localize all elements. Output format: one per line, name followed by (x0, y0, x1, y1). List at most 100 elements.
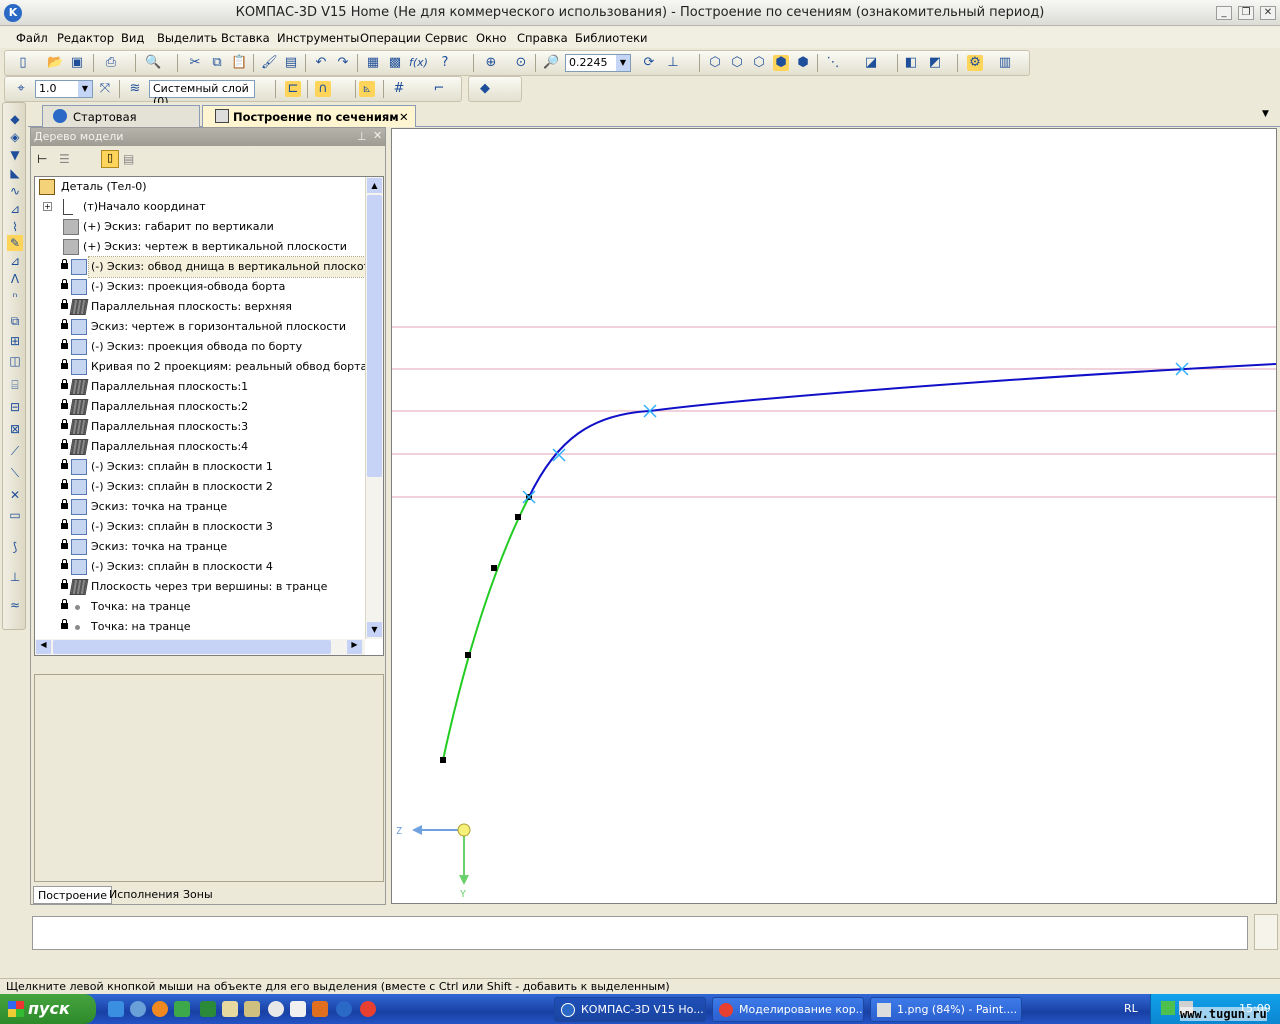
menu-insert[interactable]: Вставка (221, 31, 270, 45)
tree-structure-icon[interactable]: ⊢ (37, 152, 47, 166)
assembly-icon[interactable]: ⊟ (7, 399, 23, 415)
sheet-metal-icon[interactable]: ⌸ (7, 377, 23, 393)
menu-operations[interactable]: Операции (360, 31, 421, 45)
app-icon[interactable] (174, 1001, 190, 1017)
expand-icon[interactable]: + (43, 202, 52, 211)
start-button[interactable]: пуск (0, 994, 96, 1024)
paste-icon[interactable]: 📋 (231, 55, 247, 71)
zoom-scale-combo[interactable]: 0.2245 ▼ (565, 54, 631, 72)
save-icon[interactable]: ▣ (69, 55, 85, 71)
app-icon[interactable] (130, 1001, 146, 1017)
hidden-lines-icon[interactable]: ⬡ (729, 55, 745, 71)
task-browser[interactable]: Моделирование кор... (712, 997, 864, 1022)
diagnostics-icon[interactable]: ⌇ (7, 219, 23, 235)
tree-view-icon[interactable]: ▯ (101, 150, 119, 168)
mirror-icon[interactable]: ◫ (7, 353, 23, 369)
h-scroll-thumb[interactable] (53, 640, 331, 654)
cut-icon[interactable]: ✂ (187, 55, 203, 71)
spec-icon[interactable]: ⊠ (7, 421, 23, 437)
menu-help[interactable]: Справка (517, 31, 568, 45)
tree-item[interactable]: Эскиз: точка на транце (35, 537, 365, 557)
spline-point[interactable] (440, 757, 446, 763)
tree-item[interactable]: (-) Эскиз: проекция обвода по борту (35, 337, 365, 357)
task-kompas[interactable]: КОМПАС-3D V15 Ho... (554, 997, 706, 1022)
orient-cube-icon[interactable]: ◆ (477, 81, 493, 97)
step-combo[interactable]: 1.0 ▼ (35, 80, 93, 98)
tree-item[interactable]: Параллельная плоскость:4 (35, 437, 365, 457)
tree-item[interactable]: Параллельная плоскость:3 (35, 417, 365, 437)
print-icon[interactable]: ⎙ (103, 55, 119, 71)
spline-point[interactable] (491, 565, 497, 571)
filter-icon[interactable]: ▼ (7, 147, 23, 163)
tree-item[interactable]: Плоскость через три вершины: в транце (35, 577, 365, 597)
scroll-up-icon[interactable]: ▲ (367, 178, 382, 193)
measure-icon[interactable]: ⊿ (7, 201, 23, 217)
rotate-icon[interactable]: ⟳ (641, 55, 657, 71)
array-icon[interactable]: ⊞ (7, 333, 23, 349)
edit-details-icon[interactable]: ◆ (7, 111, 23, 127)
preview-icon[interactable]: 🔍 (145, 55, 161, 71)
close-tab-icon[interactable]: ✕ (399, 110, 409, 124)
tree-item[interactable]: (-) Эскиз: сплайн в плоскости 4 (35, 557, 365, 577)
menu-editor[interactable]: Редактор (57, 31, 114, 45)
tree-list-icon[interactable]: ▤ (123, 152, 134, 166)
undo-icon[interactable]: ↶ (313, 55, 329, 71)
tree-mode-icon[interactable]: ☰ (59, 152, 70, 166)
section-icon[interactable]: ◪ (863, 55, 879, 71)
tab-start-page[interactable]: Стартовая страница (42, 105, 200, 138)
spatial-curves-icon[interactable]: ∿ (7, 183, 23, 199)
parametrization-icon[interactable]: ⁿ (7, 289, 23, 305)
dimensions-icon[interactable]: Λ (7, 271, 23, 287)
close-button[interactable]: ✕ (1260, 6, 1276, 20)
format-brush-icon[interactable]: 🖌 (261, 55, 278, 71)
layer-combo[interactable]: Системный слой (0) (149, 80, 255, 108)
tray-icon[interactable] (1161, 1001, 1175, 1015)
tree-item[interactable]: (+) Эскиз: чертеж в вертикальной плоскос… (35, 237, 365, 257)
geometry-icon[interactable]: ⊿ (7, 253, 23, 269)
new-file-icon[interactable]: ▯ (15, 55, 31, 71)
ortho-icon[interactable]: ⦝ (359, 81, 375, 97)
spline-point[interactable] (515, 514, 521, 520)
scroll-left-icon[interactable]: ◀ (36, 640, 51, 654)
tabs-menu-chevron-icon[interactable]: ▼ (1262, 109, 1269, 119)
snap-settings-icon[interactable]: ⤧ (97, 81, 113, 97)
tree-item[interactable]: Параллельная плоскость:1 (35, 377, 365, 397)
surfaces-icon[interactable]: ◧ (903, 55, 919, 71)
tree-item[interactable]: (-) Эскиз: сплайн в плоскости 1 (35, 457, 365, 477)
menu-file[interactable]: Файл (16, 31, 48, 45)
shaded-edges-icon[interactable]: ⬢ (795, 55, 811, 71)
tree-item[interactable]: + (т)Начало координат (35, 197, 365, 217)
filter-icon[interactable]: ⚙ (967, 55, 983, 71)
scroll-right-icon[interactable]: ▶ (347, 640, 362, 654)
curve-blue[interactable] (528, 363, 1277, 498)
tree-item[interactable]: Параллельная плоскость: верхняя (35, 297, 365, 317)
firefox-icon[interactable] (152, 1001, 168, 1017)
tree-item[interactable]: (+) Эскиз: габарит по вертикали (35, 217, 365, 237)
menu-service[interactable]: Сервис (425, 31, 468, 45)
orientation-icon[interactable]: ⊥ (665, 55, 681, 71)
open-folder-icon[interactable]: 📂 (47, 55, 63, 71)
perspective-icon[interactable]: ⋱ (825, 55, 841, 71)
frame-icon[interactable]: ▭ (7, 507, 23, 523)
spline-point[interactable] (465, 652, 471, 658)
minimize-button[interactable]: _ (1216, 6, 1232, 20)
task-paint[interactable]: 1.png (84%) - Paint.... (870, 997, 1022, 1022)
surfaces-icon[interactable]: ◣ (7, 165, 23, 181)
tree-vertical-scrollbar[interactable]: ▲ ▼ (365, 177, 383, 639)
tree-item[interactable]: (-) Эскиз: сплайн в плоскости 2 (35, 477, 365, 497)
measure-icon[interactable]: ▥ (997, 55, 1013, 71)
lines-icon[interactable]: ⟋ (7, 443, 23, 459)
menu-view[interactable]: Вид (121, 31, 144, 45)
origin-point-icon[interactable] (457, 823, 471, 837)
copy-icon[interactable]: ⧉ (209, 55, 225, 71)
tree-horizontal-scrollbar[interactable]: ◀ ▶ (35, 639, 365, 655)
edit-icon[interactable]: ⧉ (7, 313, 23, 329)
tree-item[interactable]: Эскиз: точка на транце (35, 497, 365, 517)
tree-item[interactable]: Параллельная плоскость:2 (35, 397, 365, 417)
magnet-snap-icon[interactable]: ∩ (315, 81, 331, 97)
curve-icon[interactable]: ⟆ (7, 539, 23, 555)
manager-icon[interactable]: ▦ (365, 55, 381, 71)
chrome-icon[interactable] (360, 1001, 376, 1017)
media-icon[interactable] (268, 1001, 284, 1017)
sketch-tools-icon[interactable]: ✎ (7, 235, 23, 251)
